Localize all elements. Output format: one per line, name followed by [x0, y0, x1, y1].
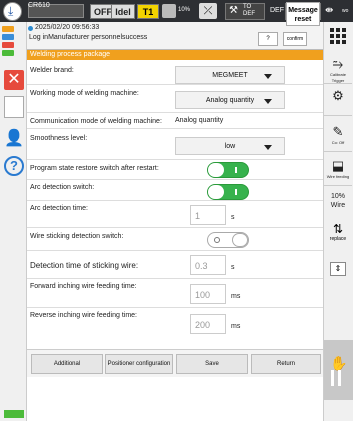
home-button[interactable]: ⤓ — [3, 2, 22, 21]
led-green — [2, 50, 14, 56]
working-mode-dropdown[interactable]: Analog quantity — [175, 91, 285, 109]
tool-frame-label: TO DEF — [243, 4, 255, 17]
led-blue — [2, 34, 14, 40]
speed-icon[interactable] — [162, 4, 176, 18]
positioner-configuration-button[interactable]: Positioner configuration — [105, 354, 173, 374]
row-wire-time: Detection time of sticking wire: 0.3 s — [27, 252, 323, 279]
panel-title: Welding process package — [27, 50, 323, 60]
mode-t1-button[interactable]: T1 — [137, 4, 159, 19]
message-query-button[interactable]: ? — [258, 32, 278, 46]
app-root: ⤓ CR610 OFF Idel T1 10% ⤫ ⚒ TODEF DEF DO… — [0, 0, 353, 421]
arc-time-unit: s — [231, 214, 235, 221]
welder-brand-dropdown[interactable]: MEGMEET — [175, 66, 285, 84]
chevron-down-icon — [264, 74, 272, 79]
working-mode-label: Working mode of welding machine: — [30, 90, 139, 97]
row-comm-mode: Communication mode of welding machine: A… — [27, 114, 323, 129]
comm-mode-value: Analog quantity — [175, 117, 224, 124]
replace-icon: ⇅ — [332, 222, 344, 236]
wire-time-unit: s — [231, 264, 235, 271]
state-idel-label: Idel — [111, 4, 135, 19]
fwd-time-input[interactable]: 100 — [190, 284, 226, 304]
wire-time-label: Detection time of sticking wire: — [30, 261, 139, 270]
status-green-bar — [4, 410, 24, 418]
help-icon[interactable]: ? — [4, 156, 24, 176]
note-icon[interactable] — [4, 96, 24, 118]
row-smoothness: Smoothness level: low — [27, 130, 323, 160]
row-arc-time: Arc detection time: 1 s — [27, 202, 323, 228]
return-button[interactable]: Return — [251, 354, 321, 374]
restore-switch-toggle[interactable] — [207, 162, 249, 178]
message-bar: 2025/02/20 09:56:33 Log inManufacturer p… — [27, 22, 323, 50]
nav-arrows-icon[interactable]: ⇕ — [330, 262, 346, 276]
wire-feed-icon: ⬓ — [331, 158, 345, 173]
wire-switch-label: Wire sticking detection switch: — [30, 233, 124, 240]
home-icon: ⤓ — [8, 4, 14, 18]
coordinate-button[interactable]: ⚙ — [324, 88, 352, 116]
additional-button[interactable]: Additional — [31, 354, 103, 374]
rev-time-label: Reverse inching wire feeding time: — [30, 312, 137, 319]
fwd-time-unit: ms — [231, 293, 241, 300]
message-text: Log inManufacturer personnelsuccess — [29, 34, 148, 41]
speed-value: 10% — [178, 7, 191, 13]
jog-label: wo — [342, 8, 349, 14]
action-button-bar: Additional Positioner configuration Save… — [27, 349, 323, 377]
smoothness-dropdown[interactable]: low — [175, 137, 285, 155]
message-confirm-button[interactable]: confirm — [283, 32, 307, 46]
arc-time-label: Arc detection time: — [30, 205, 88, 212]
row-restore-switch: Program state restore switch after resta… — [27, 161, 323, 180]
robot-name: CR610 — [28, 2, 50, 9]
info-dot-icon — [28, 26, 33, 31]
welding-process-panel: Welding process package Welder brand: ME… — [27, 50, 323, 421]
wire-switch-toggle[interactable] — [207, 232, 249, 248]
arc-time-input[interactable]: 1 — [190, 205, 226, 225]
menu-grid-icon[interactable] — [328, 26, 348, 46]
close-icon[interactable]: ✕ — [4, 70, 24, 90]
restore-switch-label: Program state restore switch after resta… — [30, 165, 159, 172]
message-reset-button[interactable]: Message reset — [286, 2, 320, 26]
comm-mode-label: Communication mode of welding machine: — [30, 118, 162, 125]
chevron-down-icon — [264, 145, 272, 150]
jog-icon[interactable]: ⇼ — [325, 5, 333, 16]
led-red — [2, 42, 14, 48]
user-settings-icon[interactable]: 👤 — [4, 128, 24, 148]
robot-coordinate-icon: ⚙ — [332, 88, 344, 103]
chevron-down-icon — [264, 99, 272, 104]
row-arc-switch: Arc detection switch: — [27, 181, 323, 201]
calibrate-icon: ⥲ — [332, 56, 344, 71]
row-fwd-time: Forward inching wire feeding time: 100 m… — [27, 280, 323, 308]
grip-icon[interactable] — [331, 370, 343, 386]
wire-speed-pct[interactable]: 10% Wire — [324, 192, 352, 210]
welder-brand-label: Welder brand: — [30, 67, 74, 74]
arc-switch-label: Arc detection switch: — [30, 184, 95, 191]
wire-time-input[interactable]: 0.3 — [190, 255, 226, 275]
wire-feeding-button[interactable]: ⬓ Wire feeding — [324, 158, 352, 186]
user-frame-label: DEF — [270, 7, 284, 14]
rev-time-input[interactable]: 200 — [190, 314, 226, 334]
row-wire-switch: Wire sticking detection switch: — [27, 229, 323, 251]
rev-time-unit: ms — [231, 323, 241, 330]
row-welder-brand: Welder brand: MEGMEET — [27, 61, 323, 85]
arc-switch-toggle[interactable] — [207, 184, 249, 200]
run-mode-icon[interactable]: ⤫ — [199, 3, 217, 19]
replace-button[interactable]: ⇅ replace — [324, 222, 352, 242]
fwd-time-label: Forward inching wire feeding time: — [30, 283, 137, 290]
row-rev-time: Reverse inching wire feeding time: 200 m… — [27, 309, 323, 343]
smoothness-label: Smoothness level: — [30, 135, 88, 142]
save-button[interactable]: Save — [176, 354, 248, 374]
status-leds — [2, 26, 14, 56]
pencil-icon: ✎ — [332, 124, 344, 139]
tool-icon: ⚒ — [229, 5, 238, 16]
calibrate-trigger-button[interactable]: ⥲ Calibrate Trigger — [324, 56, 352, 84]
message-time: 2025/02/20 09:56:33 — [35, 24, 100, 31]
row-working-mode: Working mode of welding machine: Analog … — [27, 86, 323, 113]
coord-off-button[interactable]: ✎ Co: Off — [324, 124, 352, 152]
led-orange — [2, 26, 14, 32]
